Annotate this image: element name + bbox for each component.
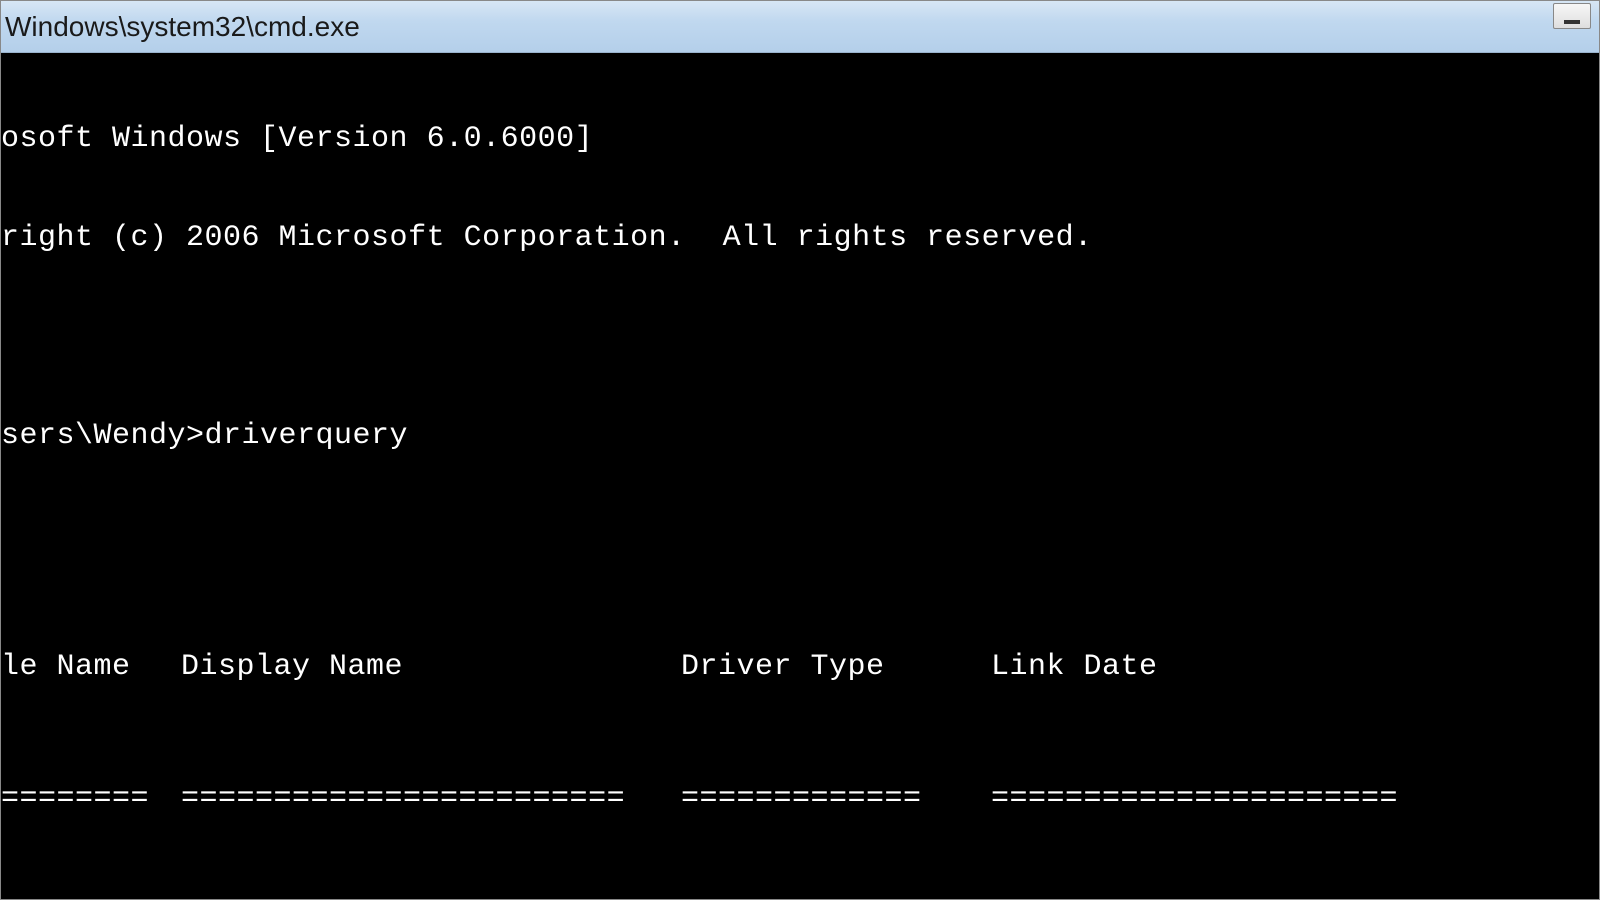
terminal-output[interactable]: osoft Windows [Version 6.0.6000] right (…	[1, 53, 1599, 899]
minimize-icon	[1564, 20, 1580, 24]
col-header-date: Link Date	[991, 651, 1599, 684]
divider: ========	[1, 783, 181, 816]
prompt-line: sers\Wendy>driverquery	[1, 420, 1599, 453]
minimize-button[interactable]	[1553, 3, 1591, 29]
blank-line	[1, 321, 1599, 354]
blank-line	[1, 519, 1599, 552]
banner-line: right (c) 2006 Microsoft Corporation. Al…	[1, 222, 1599, 255]
col-header-type: Driver Type	[681, 651, 991, 684]
divider: =============	[681, 783, 991, 816]
divider: ======================	[991, 783, 1599, 816]
table-header-row: le Name Display Name Driver Type Link Da…	[1, 651, 1599, 684]
table-divider-row: ======== ======================== ======…	[1, 783, 1599, 816]
divider: ========================	[181, 783, 681, 816]
banner-line: osoft Windows [Version 6.0.6000]	[1, 123, 1599, 156]
col-header-module: le Name	[1, 651, 181, 684]
col-header-display: Display Name	[181, 651, 681, 684]
window-title: Windows\system32\cmd.exe	[1, 11, 1553, 43]
window-titlebar[interactable]: Windows\system32\cmd.exe	[1, 1, 1599, 53]
cmd-window: Windows\system32\cmd.exe osoft Windows […	[0, 0, 1600, 900]
